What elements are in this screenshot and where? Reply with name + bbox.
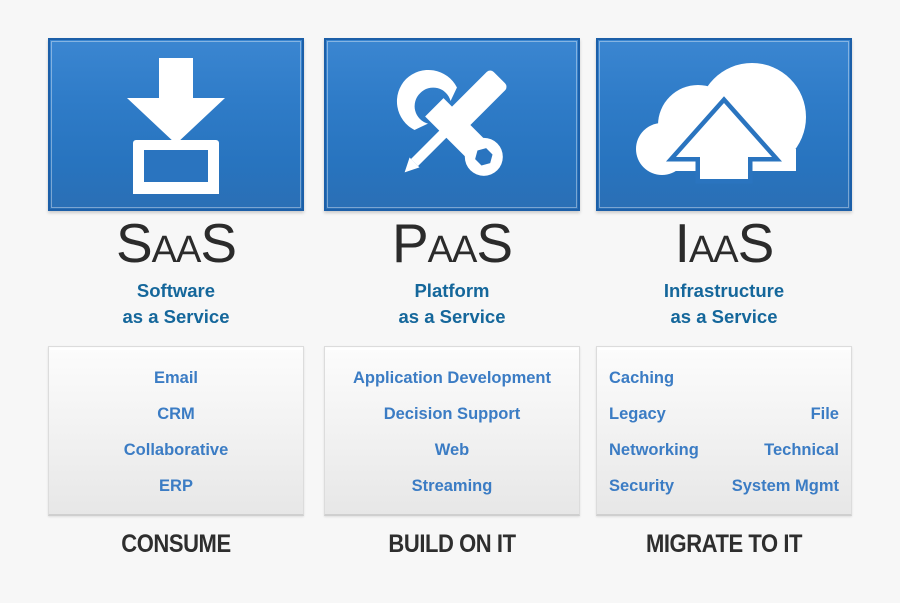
column-iaas: IAAS Infrastructure as a Service Caching… bbox=[596, 0, 852, 603]
list-item: Networking bbox=[609, 440, 699, 459]
service-list-paas: Application Development Decision Support… bbox=[331, 361, 573, 504]
subtitle-paas-line1: Platform bbox=[414, 280, 490, 301]
icon-panel-iaas bbox=[596, 38, 852, 211]
column-paas: PAAS Platform as a Service Application D… bbox=[324, 0, 580, 603]
icon-panel-saas bbox=[48, 38, 304, 211]
acronym-paas-middle: AA bbox=[427, 229, 478, 271]
acronym-iaas-middle: AA bbox=[688, 229, 739, 271]
list-item: ERP bbox=[159, 476, 193, 495]
subtitle-paas: Platform as a Service bbox=[324, 278, 580, 330]
action-label-paas: BUILD ON IT bbox=[388, 530, 516, 558]
list-item: Decision Support bbox=[383, 405, 521, 424]
list-item: Security bbox=[609, 476, 675, 495]
subtitle-paas-line2: as a Service bbox=[398, 306, 506, 327]
table-row: Security System Mgmt bbox=[603, 468, 845, 504]
list-item: Application Development bbox=[352, 369, 552, 388]
table-row: Caching bbox=[603, 361, 845, 397]
subtitle-iaas-line1: Infrastructure bbox=[663, 280, 785, 301]
service-list-iaas: Caching Legacy File Networking Technical… bbox=[603, 361, 845, 504]
service-list-box-saas: Email CRM Collaborative ERP bbox=[48, 346, 304, 516]
icon-panel-paas bbox=[324, 38, 580, 211]
acronym-iaas-last: S bbox=[737, 212, 775, 274]
acronym-paas-first: P bbox=[391, 212, 429, 274]
table-row: Networking Technical bbox=[603, 433, 845, 469]
list-item: Caching bbox=[609, 369, 675, 388]
subtitle-iaas: Infrastructure as a Service bbox=[596, 278, 852, 330]
action-label-saas: CONSUME bbox=[121, 530, 231, 558]
column-saas: SAAS Software as a Service Email CRM Col… bbox=[48, 0, 304, 603]
list-item: CRM bbox=[157, 405, 195, 424]
subtitle-saas-line1: Software bbox=[136, 280, 216, 301]
list-item: Web bbox=[434, 440, 470, 459]
acronym-saas-last: S bbox=[200, 212, 237, 274]
service-list-saas: Email CRM Collaborative ERP bbox=[55, 361, 297, 504]
action-label-iaas: MIGRATE TO IT bbox=[645, 530, 803, 558]
list-item: Collaborative bbox=[123, 440, 229, 459]
table-row: Legacy File bbox=[603, 397, 845, 433]
subtitle-saas-line2: as a Service bbox=[122, 306, 230, 327]
list-item: File bbox=[810, 405, 839, 424]
acronym-paas: PAAS bbox=[324, 212, 580, 281]
acronym-saas-middle: AA bbox=[151, 229, 202, 271]
subtitle-iaas-line2: as a Service bbox=[670, 306, 778, 327]
list-item: Legacy bbox=[609, 405, 666, 424]
list-item: Email bbox=[153, 369, 199, 388]
acronym-paas-last: S bbox=[476, 212, 513, 274]
acronym-iaas: IAAS bbox=[596, 212, 852, 281]
acronym-iaas-first: I bbox=[674, 212, 690, 274]
list-item: System Mgmt bbox=[731, 476, 839, 495]
cloud-service-models-infographic: SAAS Software as a Service Email CRM Col… bbox=[0, 0, 900, 603]
service-list-box-paas: Application Development Decision Support… bbox=[324, 346, 580, 516]
subtitle-saas: Software as a Service bbox=[48, 278, 304, 330]
acronym-saas: SAAS bbox=[48, 212, 304, 281]
acronym-saas-first: S bbox=[115, 212, 153, 274]
list-item: Technical bbox=[764, 440, 839, 459]
service-list-box-iaas: Caching Legacy File Networking Technical… bbox=[596, 346, 852, 516]
list-item: Streaming bbox=[411, 476, 493, 495]
